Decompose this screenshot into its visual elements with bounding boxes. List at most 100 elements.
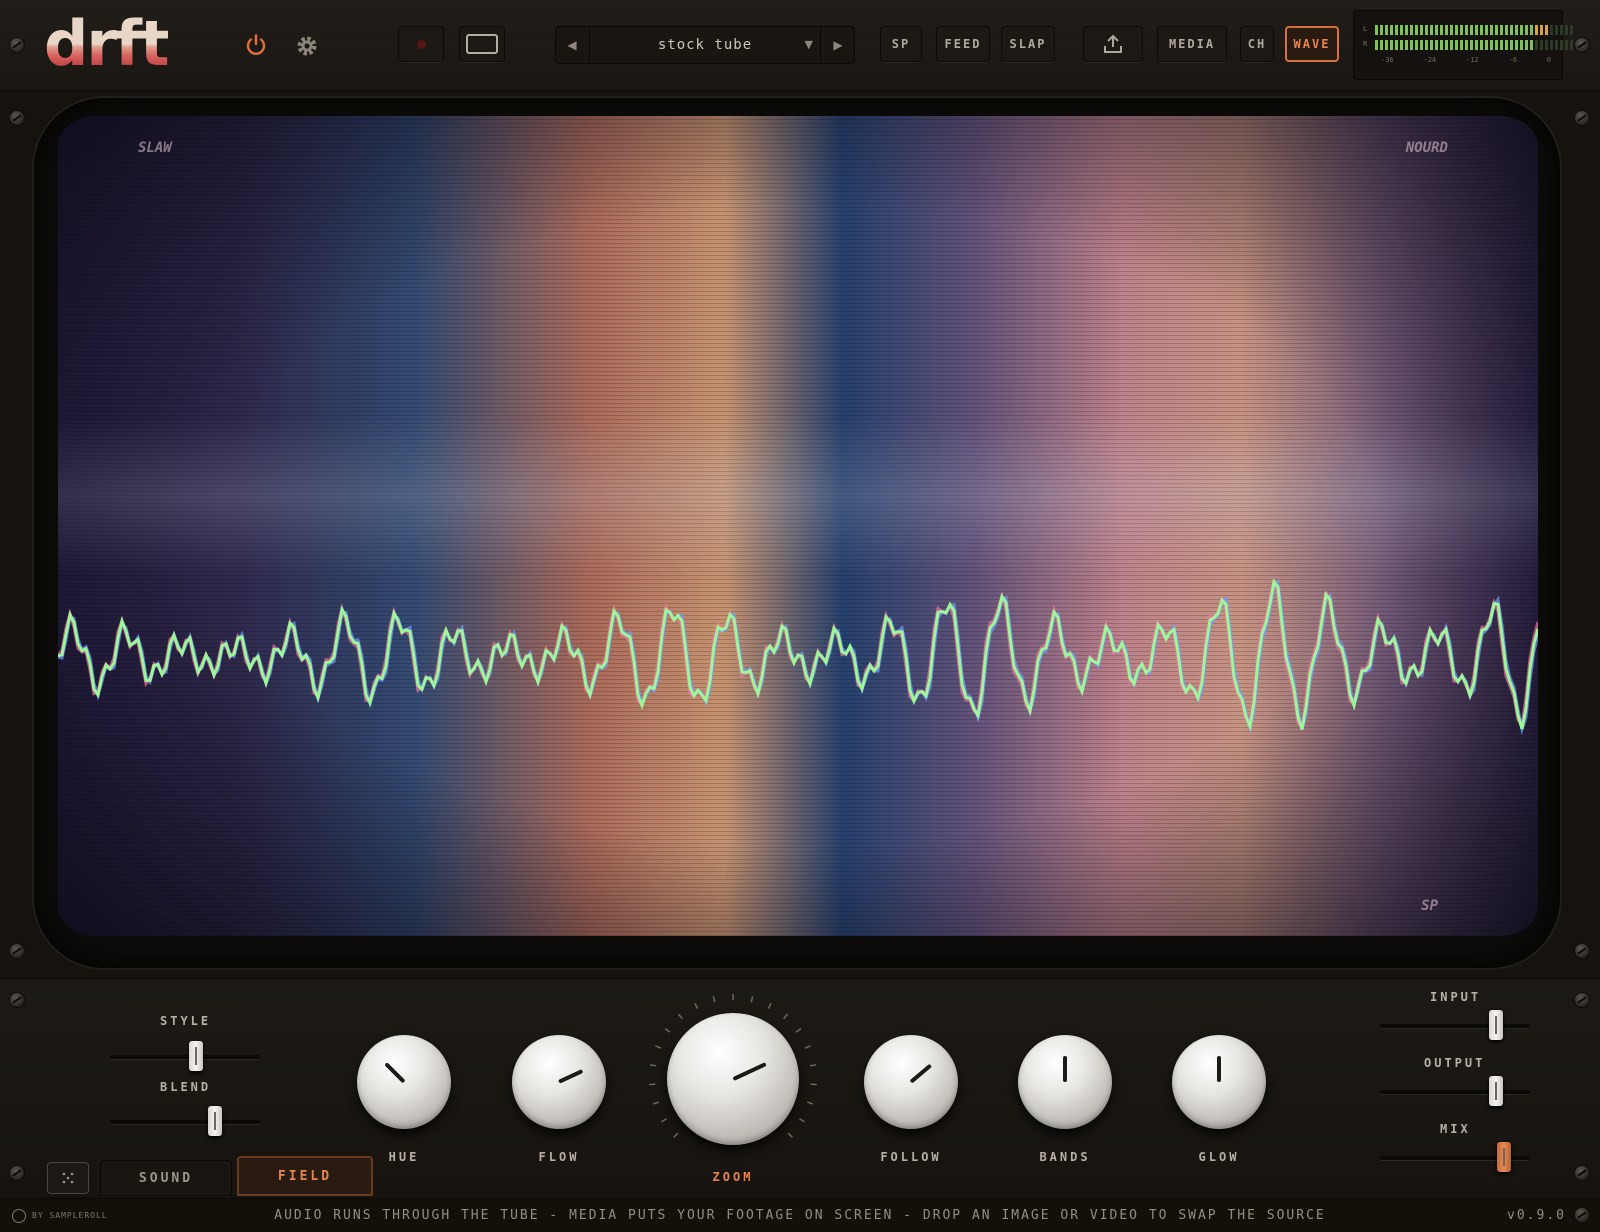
preset-prev-button[interactable]: ◀ bbox=[555, 26, 590, 64]
meter-segment bbox=[1520, 25, 1523, 35]
meter-segment bbox=[1455, 25, 1458, 35]
zoom-tick bbox=[665, 1029, 670, 1033]
meter-segment bbox=[1555, 40, 1558, 50]
style-slider-thumb[interactable] bbox=[189, 1041, 203, 1071]
output-slider[interactable] bbox=[1380, 1090, 1530, 1094]
meter-segment bbox=[1465, 25, 1468, 35]
zoom-tick bbox=[768, 1003, 771, 1008]
meter-segment bbox=[1555, 25, 1558, 35]
preset-selector[interactable]: ◀ stock tube ▼ ▶ bbox=[555, 26, 855, 64]
meter-segment bbox=[1415, 40, 1418, 50]
zoom-tick bbox=[796, 1029, 801, 1033]
media-button[interactable]: MEDIA bbox=[1157, 26, 1227, 62]
meter-tick: -6 bbox=[1509, 56, 1517, 64]
meter-tick: 0 bbox=[1547, 56, 1551, 64]
output-slider-thumb[interactable] bbox=[1489, 1076, 1503, 1106]
export-button[interactable] bbox=[1083, 26, 1143, 62]
meter-right-label: R bbox=[1363, 40, 1367, 48]
sp-button[interactable]: SP bbox=[880, 26, 922, 62]
hue-knob[interactable] bbox=[357, 1035, 451, 1129]
blend-slider-thumb[interactable] bbox=[208, 1106, 222, 1136]
meter-segment bbox=[1435, 25, 1438, 35]
meter-segment bbox=[1480, 40, 1483, 50]
meter-segment bbox=[1540, 25, 1543, 35]
screen-icon bbox=[466, 34, 498, 54]
slap-button[interactable]: SLAP bbox=[1001, 26, 1055, 62]
tab-field[interactable]: FIELD bbox=[237, 1156, 373, 1196]
power-icon[interactable] bbox=[244, 33, 268, 57]
zoom-tick bbox=[674, 1133, 678, 1137]
bands-knob[interactable] bbox=[1018, 1035, 1112, 1129]
meter-segment bbox=[1445, 40, 1448, 50]
zoom-tick bbox=[810, 1065, 816, 1066]
screw-icon bbox=[9, 110, 25, 126]
randomize-button[interactable] bbox=[47, 1162, 89, 1194]
meter-segment bbox=[1570, 40, 1573, 50]
mix-slider[interactable] bbox=[1380, 1156, 1530, 1160]
top-bar: drft ◀ stock tube ▼ ▶ SP FEED SLAP MEDIA… bbox=[0, 0, 1600, 91]
flow-knob[interactable] bbox=[512, 1035, 606, 1129]
input-slider[interactable] bbox=[1380, 1024, 1530, 1028]
waveform-green-trace bbox=[58, 582, 1538, 730]
meter-segment bbox=[1460, 25, 1463, 35]
gear-icon[interactable] bbox=[294, 33, 320, 59]
follow-knob[interactable] bbox=[864, 1035, 958, 1129]
meter-segment bbox=[1530, 40, 1533, 50]
app-logo: drft bbox=[44, 14, 168, 74]
meter-segment bbox=[1455, 40, 1458, 50]
meter-segment bbox=[1505, 40, 1508, 50]
wave-button[interactable]: WAVE bbox=[1285, 26, 1339, 62]
meter-segment bbox=[1385, 25, 1388, 35]
input-slider-thumb[interactable] bbox=[1489, 1010, 1503, 1040]
meter-segment bbox=[1395, 40, 1398, 50]
zoom-tick bbox=[751, 996, 752, 1002]
screen-corner-label-tl: SLAW bbox=[138, 140, 172, 156]
zoom-tick bbox=[805, 1046, 811, 1048]
crt-screen[interactable]: SLAW NOURD SP bbox=[58, 116, 1538, 936]
zoom-tick bbox=[800, 1119, 805, 1122]
glow-knob[interactable] bbox=[1172, 1035, 1266, 1129]
screw-icon bbox=[1574, 1207, 1590, 1223]
screen-corner-label-br: SP bbox=[1421, 898, 1438, 914]
flow-label: FLOW bbox=[499, 1150, 619, 1164]
meter-segment bbox=[1420, 40, 1423, 50]
scan-band bbox=[58, 416, 1538, 576]
glow-label: GLOW bbox=[1159, 1150, 1279, 1164]
knob-indicator bbox=[558, 1069, 583, 1084]
screw-icon bbox=[1574, 1165, 1590, 1181]
record-button[interactable] bbox=[398, 26, 444, 62]
screw-icon bbox=[9, 1165, 25, 1181]
meter-segment bbox=[1405, 40, 1408, 50]
screw-icon bbox=[1574, 110, 1590, 126]
screw-icon bbox=[9, 943, 25, 959]
mix-slider-thumb[interactable] bbox=[1497, 1142, 1511, 1172]
meter-segment bbox=[1410, 40, 1413, 50]
ch-button[interactable]: CH bbox=[1240, 26, 1274, 62]
zoom-tick bbox=[678, 1014, 682, 1019]
preset-next-button[interactable]: ▶ bbox=[820, 26, 855, 64]
meter-segment bbox=[1470, 25, 1473, 35]
meter-segment bbox=[1485, 40, 1488, 50]
meter-segment bbox=[1495, 25, 1498, 35]
screw-icon bbox=[1574, 992, 1590, 1008]
tab-sound[interactable]: SOUND bbox=[100, 1160, 232, 1196]
screw-icon bbox=[1574, 37, 1590, 53]
meter-segment bbox=[1570, 25, 1573, 35]
zoom-knob[interactable] bbox=[667, 1013, 799, 1145]
meter-segment bbox=[1445, 25, 1448, 35]
meter-segment bbox=[1410, 25, 1413, 35]
screen-mode-button[interactable] bbox=[459, 26, 505, 62]
footer: BY SAMPLEROLL AUDIO RUNS THROUGH THE TUB… bbox=[0, 1198, 1600, 1232]
bands-label: BANDS bbox=[1005, 1150, 1125, 1164]
meter-segment bbox=[1530, 25, 1533, 35]
meter-segment bbox=[1560, 40, 1563, 50]
meter-segment bbox=[1545, 25, 1548, 35]
meter-segment bbox=[1490, 25, 1493, 35]
meter-segment bbox=[1395, 25, 1398, 35]
feed-button[interactable]: FEED bbox=[936, 26, 990, 62]
meter-segment bbox=[1485, 25, 1488, 35]
blend-slider[interactable] bbox=[110, 1120, 260, 1124]
preset-dropdown-icon[interactable]: ▼ bbox=[805, 26, 813, 64]
style-slider[interactable] bbox=[110, 1055, 260, 1059]
zoom-tick bbox=[788, 1133, 792, 1137]
